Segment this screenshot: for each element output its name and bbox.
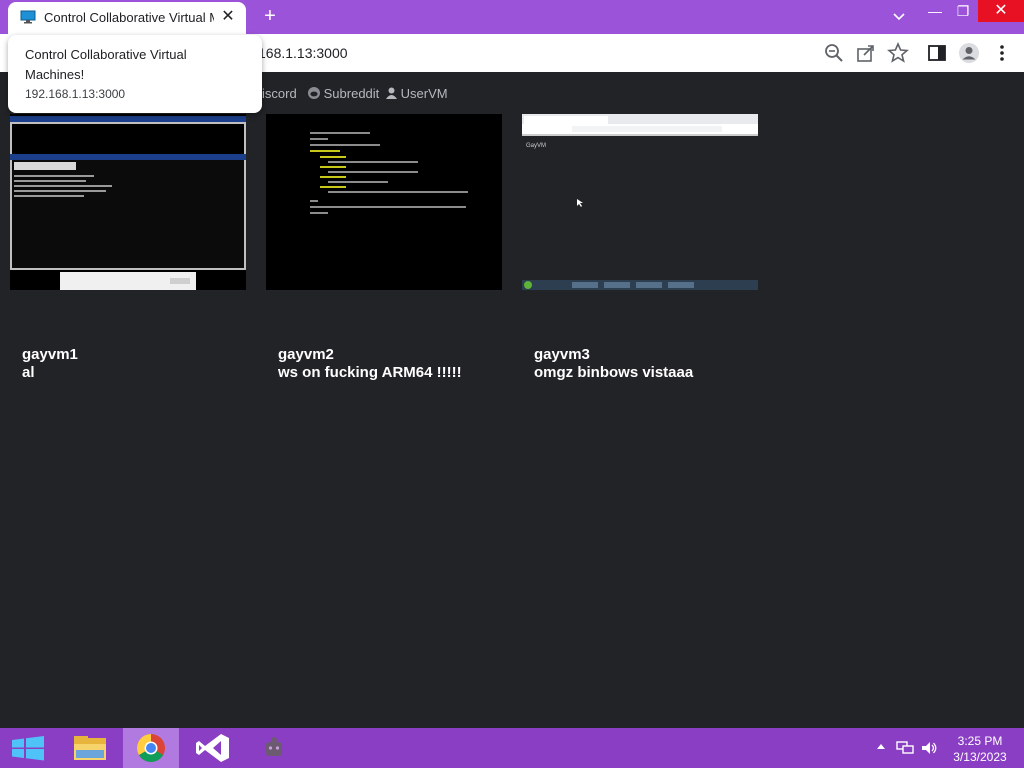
chevron-up-icon[interactable] (876, 742, 886, 752)
vm-thumbnail[interactable] (10, 114, 246, 290)
side-panel-icon[interactable] (926, 42, 948, 64)
app-icon[interactable] (246, 728, 302, 768)
network-icon[interactable] (896, 740, 914, 756)
visual-studio-icon[interactable] (185, 728, 241, 768)
url-text: 168.1.13:3000 (258, 45, 348, 61)
tab-hover-card: Control Collaborative Virtual Machines! … (8, 35, 262, 113)
profile-avatar-icon[interactable] (958, 42, 980, 64)
uservm-link[interactable]: UserVM (386, 86, 448, 101)
restore-button[interactable]: ❐ (946, 0, 980, 22)
user-icon (386, 87, 397, 99)
vm-card[interactable]: gayvm1 al (10, 114, 246, 381)
chevron-down-icon[interactable] (882, 6, 916, 28)
discord-link[interactable]: iscord (262, 86, 297, 101)
subreddit-label: Subreddit (323, 86, 380, 101)
reddit-icon (308, 87, 320, 99)
tab-title: Control Collaborative Virtual Machines! (44, 10, 214, 25)
uservm-label: UserVM (400, 86, 448, 101)
subreddit-link[interactable]: Subreddit (308, 86, 379, 101)
vm-description: omgz binbows vistaaa (534, 364, 694, 381)
page-content: iscord Subreddit UserVM gayvm1 al gayvm2… (0, 72, 1024, 728)
taskbar: 3:25 PM 3/13/2023 (0, 728, 1024, 768)
hover-card-url: 192.168.1.13:3000 (25, 87, 126, 101)
vm-thumbnail[interactable]: GayVM (522, 114, 758, 290)
vm-name: gayvm2 (278, 346, 334, 363)
vm-card[interactable]: GayVM gayvm3 omgz binbows vistaaa (522, 114, 758, 381)
bookmark-star-icon[interactable] (887, 42, 909, 64)
close-window-button[interactable]: ✕ (978, 0, 1024, 22)
vm-card[interactable]: gayvm2 ws on fucking ARM64 !!!!! (266, 114, 502, 381)
vm-description: ws on fucking ARM64 !!!!! (278, 364, 462, 381)
address-bar[interactable]: 168.1.13:3000 (240, 38, 920, 68)
tab-strip: Control Collaborative Virtual Machines! … (0, 0, 1024, 34)
vm-thumbnail[interactable] (266, 114, 502, 290)
vm3-screen-title: GayVM (526, 143, 546, 149)
zoom-icon[interactable] (823, 42, 845, 64)
vm-name: gayvm3 (534, 346, 590, 363)
start-windows-icon[interactable] (0, 728, 56, 768)
new-tab-button[interactable]: + (258, 4, 282, 28)
browser-tab[interactable]: Control Collaborative Virtual Machines! … (8, 2, 246, 34)
clock-date[interactable]: 3/13/2023 (940, 750, 1020, 764)
file-explorer-icon[interactable] (62, 728, 118, 768)
chrome-icon[interactable] (123, 728, 179, 768)
volume-icon[interactable] (920, 740, 938, 756)
monitor-icon (20, 10, 36, 24)
tab-close-button[interactable]: ✕ (218, 7, 238, 27)
hover-card-title: Control Collaborative Virtual Machines! (25, 47, 187, 82)
vm-name: gayvm1 (22, 346, 78, 363)
menu-kebab-icon[interactable] (991, 42, 1013, 64)
share-icon[interactable] (855, 42, 877, 64)
vm-description: al (22, 364, 35, 381)
clock-time[interactable]: 3:25 PM (940, 734, 1020, 748)
